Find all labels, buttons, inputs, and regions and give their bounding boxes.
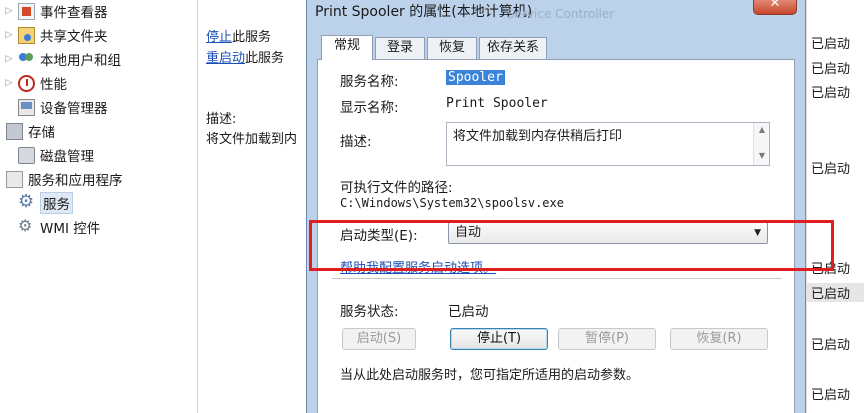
tree-item-performance[interactable]: ▷ 性能 (4, 72, 67, 94)
tree-item-local-users[interactable]: ▷ 本地用户和组 (4, 48, 121, 70)
shared-folder-icon (18, 26, 35, 44)
wmi-gear-icon (18, 216, 35, 236)
expand-arrow-icon[interactable]: ▷ (4, 78, 14, 88)
background-window-title: Service Controller (507, 7, 615, 21)
startup-type-highlight-box (309, 220, 834, 271)
tree-item-event-viewer[interactable]: ▷ 事件查看器 (4, 0, 108, 22)
tab-general[interactable]: 常规 (321, 35, 373, 60)
services-apps-icon (6, 170, 23, 188)
tab-recovery[interactable]: 恢复 (427, 37, 477, 59)
tree-item-services[interactable]: 服务 (4, 191, 73, 214)
exe-path-label: 可执行文件的路径: (340, 180, 453, 196)
status-cell[interactable]: 已启动 (811, 334, 850, 353)
tree-item-label: 性能 (40, 77, 67, 93)
status-cell[interactable]: 已启动 (811, 82, 850, 101)
description-textbox[interactable]: 将文件加载到内存供稍后打印 ▲ ▼ (446, 122, 770, 166)
service-status-label: 服务状态: (340, 304, 399, 320)
description-field-label: 描述: (340, 134, 372, 150)
event-viewer-icon (18, 2, 35, 20)
tab-dependencies[interactable]: 依存关系 (479, 37, 547, 59)
status-cell[interactable]: 已启动 (807, 283, 864, 302)
restart-service-line: 重启动此服务 (206, 47, 284, 66)
device-manager-icon (18, 98, 35, 116)
display-name-label: 显示名称: (340, 100, 399, 116)
close-button[interactable]: ✕ (753, 0, 797, 15)
section-divider (332, 278, 782, 279)
status-column: 已启动 已启动 已启动 已启动 已启动 已启动 已启动 已启动 (806, 0, 864, 413)
users-icon (18, 51, 35, 68)
stop-service-line: 停止此服务 (206, 26, 271, 45)
exe-path-value[interactable]: C:\Windows\System32\spoolsv.exe (340, 196, 564, 210)
storage-icon (6, 122, 23, 140)
restart-service-link[interactable]: 重启动 (206, 51, 245, 66)
tree-item-disk-management[interactable]: 磁盘管理 (4, 144, 94, 166)
status-cell[interactable]: 已启动 (811, 158, 850, 177)
scroll-down-icon[interactable]: ▼ (754, 151, 770, 160)
navigation-tree: ▷ 事件查看器 ▷ 共享文件夹 ▷ 本地用户和组 ▷ 性能 设备管理器 存储 磁… (0, 0, 198, 413)
service-detail-pane: 停止此服务 重启动此服务 描述: 将文件加载到内 (198, 0, 306, 413)
tree-item-wmi-control[interactable]: WMI 控件 (4, 216, 100, 238)
description-scrollbar[interactable]: ▲ ▼ (753, 123, 769, 165)
disk-icon (18, 146, 35, 164)
status-cell[interactable]: 已启动 (811, 33, 850, 52)
services-gear-icon (18, 191, 35, 212)
tree-item-label: 服务 (40, 192, 73, 214)
tree-item-shared-folders[interactable]: ▷ 共享文件夹 (4, 24, 108, 46)
resume-button[interactable]: 恢复(R) (670, 328, 768, 350)
stop-button[interactable]: 停止(T) (450, 328, 548, 350)
tree-item-label: 服务和应用程序 (28, 173, 123, 189)
display-name-value[interactable]: Print Spooler (446, 96, 548, 111)
description-field-value: 将文件加载到内存供稍后打印 (453, 129, 623, 144)
tree-item-label: 磁盘管理 (40, 149, 94, 165)
tree-item-services-and-apps[interactable]: 服务和应用程序 (0, 168, 123, 190)
dialog-title: Print Spooler 的属性(本地计算机) (315, 4, 533, 20)
expand-arrow-icon[interactable]: ▷ (4, 54, 14, 64)
stop-service-link[interactable]: 停止 (206, 30, 232, 45)
tree-item-storage[interactable]: 存储 (0, 120, 55, 142)
start-parameters-hint: 当从此处启动服务时，您可指定所适用的启动参数。 (340, 368, 640, 383)
expand-arrow-icon[interactable]: ▷ (4, 6, 14, 16)
pause-button[interactable]: 暂停(P) (558, 328, 656, 350)
service-name-value[interactable]: Spooler (446, 70, 505, 85)
properties-dialog: Print Spooler 的属性(本地计算机) Service Control… (306, 0, 806, 413)
service-name-label: 服务名称: (340, 74, 399, 90)
description-label: 描述: (206, 112, 237, 127)
tree-item-label: WMI 控件 (40, 221, 101, 237)
scroll-up-icon[interactable]: ▲ (754, 125, 770, 134)
status-cell[interactable]: 已启动 (811, 384, 850, 403)
description-text: 将文件加载到内 (206, 132, 298, 147)
status-cell[interactable]: 已启动 (811, 58, 850, 77)
stop-service-suffix: 此服务 (232, 30, 272, 45)
expand-arrow-icon[interactable]: ▷ (4, 30, 14, 40)
performance-icon (18, 74, 35, 92)
tree-item-device-manager[interactable]: 设备管理器 (4, 96, 108, 118)
start-button[interactable]: 启动(S) (342, 328, 416, 350)
tree-item-label: 共享文件夹 (40, 29, 108, 45)
tab-logon[interactable]: 登录 (375, 37, 425, 59)
service-status-value: 已启动 (448, 304, 489, 320)
tree-item-label: 本地用户和组 (40, 53, 121, 69)
tree-item-label: 事件查看器 (40, 5, 108, 21)
tree-item-label: 存储 (28, 125, 55, 141)
tree-item-label: 设备管理器 (40, 101, 108, 117)
restart-service-suffix: 此服务 (245, 51, 285, 66)
